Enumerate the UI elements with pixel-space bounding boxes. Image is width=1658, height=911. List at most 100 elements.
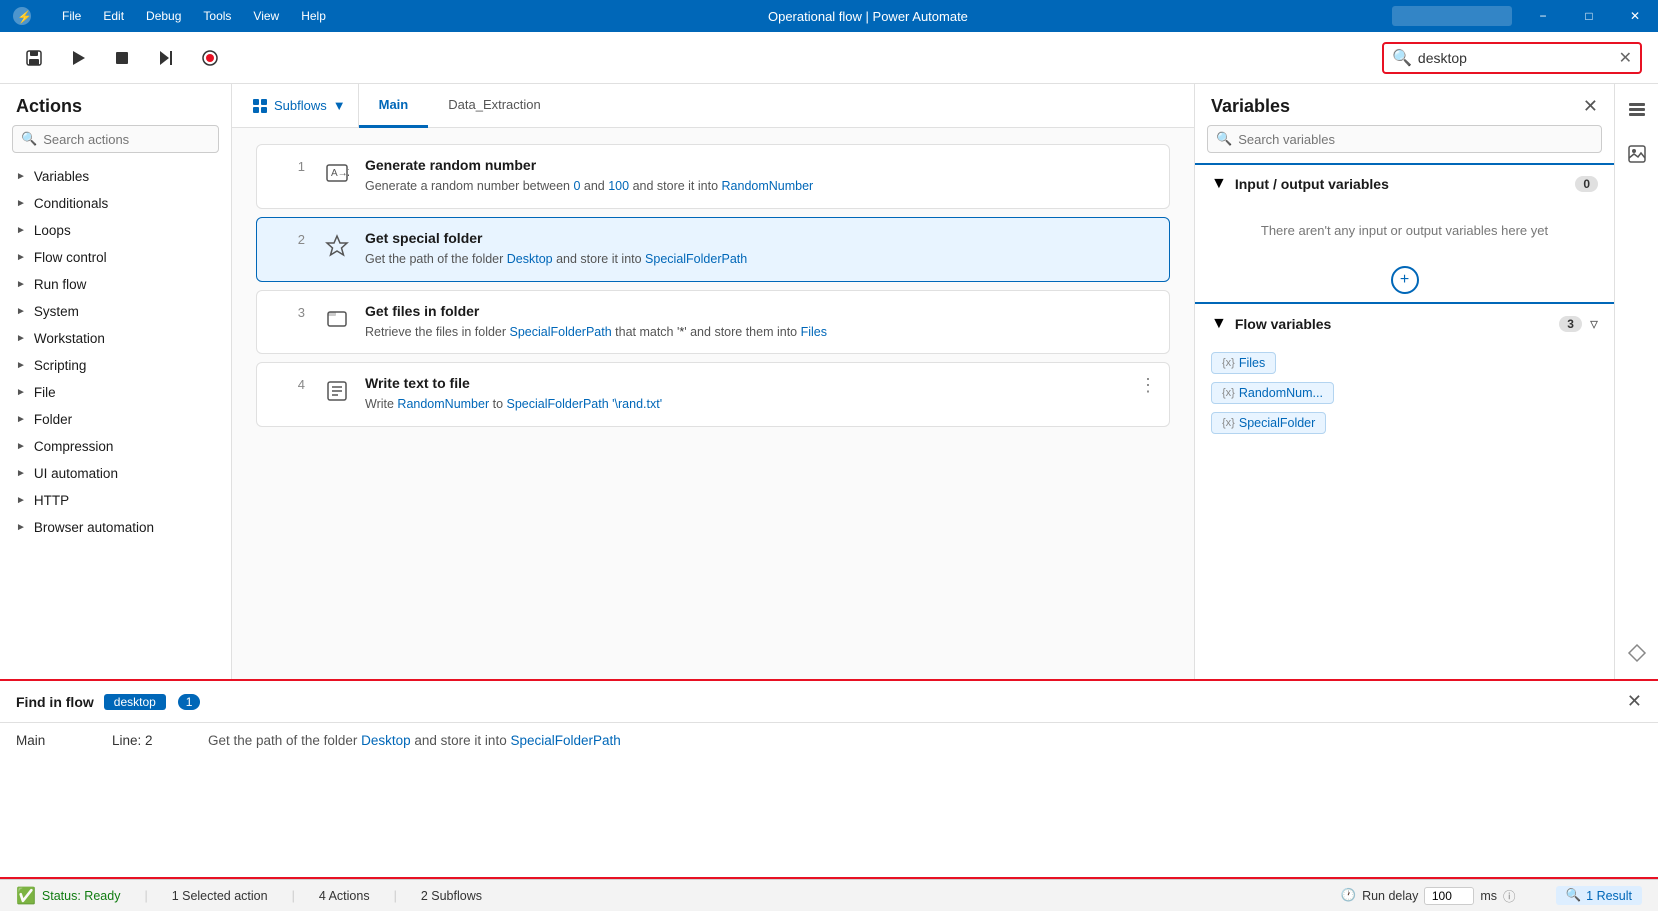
maximize-button[interactable]: □ [1566,0,1612,32]
search-icon: 🔍 [1566,888,1582,903]
flow-step-1[interactable]: 1 A→Z Generate random number Generate a … [256,144,1170,209]
action-group-browser-automation[interactable]: ► Browser automation [0,514,231,541]
find-close-button[interactable]: ✕ [1627,691,1642,712]
input-output-label: Input / output variables [1235,176,1567,192]
variables-close-button[interactable]: ✕ [1583,96,1598,117]
variables-search-input[interactable] [1238,132,1593,147]
app-icon: ⚡ [0,6,44,26]
action-group-label: HTTP [34,493,69,508]
run-delay-icon: 🕐 [1341,888,1357,903]
step-desc: Retrieve the files in folder SpecialFold… [365,323,1153,342]
find-result-row[interactable]: Main Line: 2 Get the path of the folder … [0,723,1658,758]
tab-data-extraction[interactable]: Data_Extraction [428,84,561,128]
action-group-ui-automation[interactable]: ► UI automation [0,460,231,487]
action-group-scripting[interactable]: ► Scripting [0,352,231,379]
app-body: 🔍 desktop ✕ Actions 🔍 ► Variables ► Cond… [0,32,1658,911]
search-icon: 🔍 [1392,48,1412,68]
action-group-compression[interactable]: ► Compression [0,433,231,460]
input-output-section-header[interactable]: ▼ Input / output variables 0 [1195,165,1614,203]
action-group-file[interactable]: ► File [0,379,231,406]
subflows-button[interactable]: Subflows ▼ [240,84,359,128]
action-group-system[interactable]: ► System [0,298,231,325]
step-more-button[interactable]: ⋮ [1139,375,1157,396]
toolbar: 🔍 desktop ✕ [0,32,1658,84]
chevron-right-icon: ► [16,468,26,479]
var-item-files[interactable]: {x} Files [1211,352,1276,374]
record-button[interactable] [192,40,228,76]
flow-step-4[interactable]: 4 Write text to file Write RandomNumber … [256,362,1170,427]
var-item-randomnum[interactable]: {x} RandomNum... [1211,382,1334,404]
action-group-label: Browser automation [34,520,154,535]
action-group-label: Workstation [34,331,105,346]
menu-help[interactable]: Help [291,5,336,27]
minimize-button[interactable]: − [1520,0,1566,32]
menu-edit[interactable]: Edit [93,5,134,27]
flow-step-3[interactable]: 3 Get files in folder Retrieve the files… [256,290,1170,355]
search-clear-button[interactable]: ✕ [1619,48,1632,68]
variables-pane: Variables ✕ 🔍 ▼ Input / output variables… [1194,84,1614,679]
find-result-location: Main [16,733,96,748]
run-delay-input[interactable] [1424,887,1474,905]
action-group-variables[interactable]: ► Variables [0,163,231,190]
menu-bar: File Edit Debug Tools View Help [44,5,344,27]
diamond-icon[interactable] [1619,635,1655,671]
result-label: 1 Result [1586,889,1632,903]
actions-search-box[interactable]: 🔍 [12,125,219,153]
input-output-empty-message: There aren't any input or output variabl… [1195,203,1614,258]
action-group-run-flow[interactable]: ► Run flow [0,271,231,298]
add-variable-button[interactable]: + [1391,266,1419,294]
image-icon[interactable] [1619,136,1655,172]
run-delay-unit: ms [1480,889,1497,903]
chevron-right-icon: ► [16,441,26,452]
chevron-right-icon: ► [16,360,26,371]
layers-icon[interactable] [1619,92,1655,128]
action-group-folder[interactable]: ► Folder [0,406,231,433]
run-button[interactable] [60,40,96,76]
filter-icon[interactable]: ▿ [1590,314,1598,334]
actions-search-input[interactable] [43,132,219,147]
step-number: 4 [273,375,305,392]
variables-search-box[interactable]: 🔍 [1207,125,1602,153]
action-group-label: Run flow [34,277,87,292]
action-group-flow-control[interactable]: ► Flow control [0,244,231,271]
action-group-conditionals[interactable]: ► Conditionals [0,190,231,217]
step-number: 3 [273,303,305,320]
action-group-label: Folder [34,412,72,427]
svg-text:⚡: ⚡ [17,10,32,24]
find-in-flow-title: Find in flow [16,694,94,710]
close-button[interactable]: ✕ [1612,0,1658,32]
next-step-button[interactable] [148,40,184,76]
menu-file[interactable]: File [52,5,91,27]
step-content: Write text to file Write RandomNumber to… [365,375,1153,414]
flow-search-input[interactable]: desktop [1418,50,1619,66]
stop-button[interactable] [104,40,140,76]
status-text: Status: Ready [42,889,121,903]
action-group-http[interactable]: ► HTTP [0,487,231,514]
flow-variables-header: ▼ Flow variables 3 ▿ [1195,304,1614,344]
flow-canvas: 1 A→Z Generate random number Generate a … [232,128,1194,679]
chevron-down-icon: ▼ [1211,175,1227,193]
menu-view[interactable]: View [243,5,289,27]
result-button[interactable]: 🔍 1 Result [1556,886,1642,905]
actions-pane: Actions 🔍 ► Variables ► Conditionals ► L… [0,84,232,679]
action-group-workstation[interactable]: ► Workstation [0,325,231,352]
action-group-loops[interactable]: ► Loops [0,217,231,244]
window-title: Operational flow | Power Automate [344,9,1392,24]
run-delay-label: Run delay [1362,889,1418,903]
chevron-right-icon: ► [16,198,26,209]
flow-step-2[interactable]: 2 Get special folder Get the path of the… [256,217,1170,282]
menu-debug[interactable]: Debug [136,5,191,27]
menu-tools[interactable]: Tools [193,5,241,27]
chevron-right-icon: ► [16,387,26,398]
subflows-label: Subflows [274,98,327,113]
step-title: Get special folder [365,230,1153,246]
var-name: Files [1239,356,1265,370]
save-button[interactable] [16,40,52,76]
input-output-section: ▼ Input / output variables 0 There aren'… [1195,163,1614,302]
var-item-specialfolder[interactable]: {x} SpecialFolder [1211,412,1326,434]
action-group-label: Compression [34,439,114,454]
flow-search-bar[interactable]: 🔍 desktop ✕ [1382,42,1642,74]
main-pane-row: Actions 🔍 ► Variables ► Conditionals ► L… [0,84,1658,679]
chevron-right-icon: ► [16,495,26,506]
tab-main[interactable]: Main [359,84,429,128]
